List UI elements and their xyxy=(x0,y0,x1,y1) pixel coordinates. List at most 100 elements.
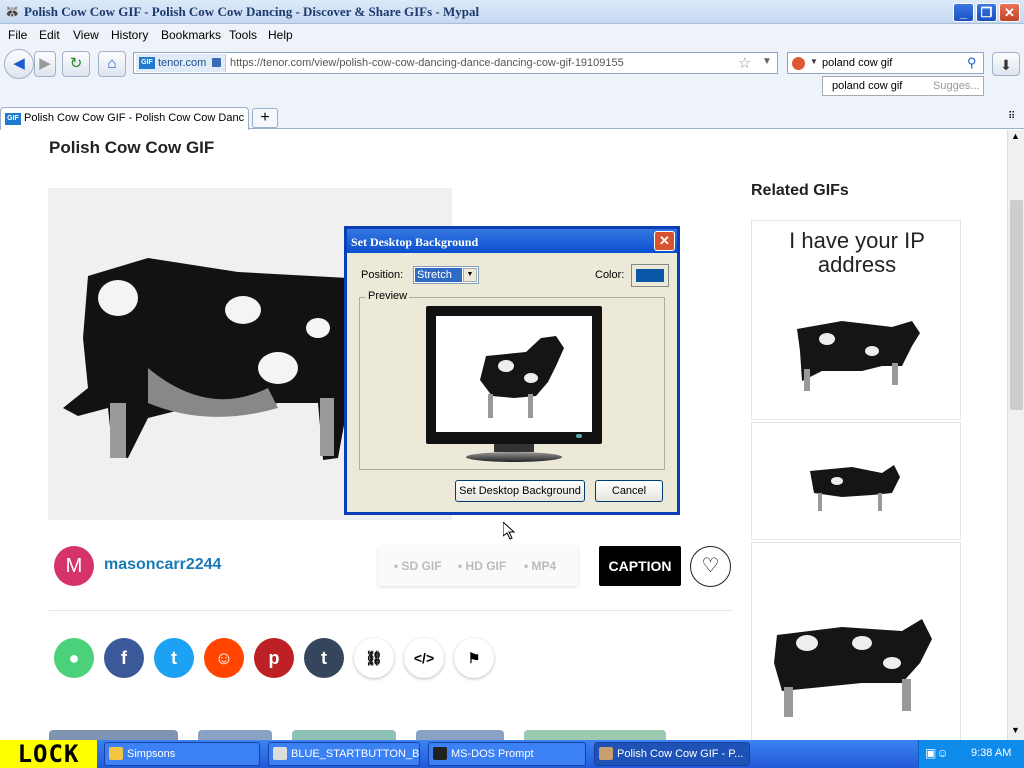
power-led xyxy=(576,434,582,438)
embed-button[interactable]: </> xyxy=(404,638,444,678)
format-mp4[interactable]: • MP4 xyxy=(524,559,556,573)
menu-edit[interactable]: Edit xyxy=(39,28,60,42)
report-button[interactable]: ⚑ xyxy=(454,638,494,678)
search-icon[interactable]: ⚲ xyxy=(967,55,977,71)
tag-chip[interactable] xyxy=(198,730,272,740)
tag-chip[interactable] xyxy=(524,730,666,740)
username-link[interactable]: masoncarr2244 xyxy=(104,556,221,574)
search-suggestion-popup[interactable]: poland cow gif Sugges... xyxy=(822,76,984,96)
search-input[interactable] xyxy=(822,54,962,72)
tab-active[interactable]: GIF Polish Cow Cow GIF - Polish Cow Cow … xyxy=(0,107,249,130)
reddit-icon: ☺ xyxy=(214,648,234,668)
task-label: MS-DOS Prompt xyxy=(451,748,534,760)
dos-icon xyxy=(433,747,447,760)
folder-icon xyxy=(109,747,123,760)
related-gif-1[interactable]: I have your IP address xyxy=(751,220,961,420)
url-dropdown-icon[interactable]: ▼ xyxy=(762,56,772,67)
position-label: Position: xyxy=(361,269,404,281)
menu-help[interactable]: Help xyxy=(268,28,293,42)
search-engine-dropdown-icon[interactable]: ▼ xyxy=(810,57,818,66)
tray-icons[interactable]: ▣☺ xyxy=(925,746,957,761)
set-desktop-background-dialog: Set Desktop Background ✕ Position: Stret… xyxy=(344,226,680,515)
related-gif-2[interactable] xyxy=(751,422,961,540)
search-box[interactable]: ▼ ⚲ xyxy=(787,52,984,74)
scroll-up-icon[interactable]: ▲ xyxy=(1011,131,1020,141)
share-reddit-button[interactable]: ☺ xyxy=(204,638,244,678)
mouse-cursor-icon xyxy=(503,522,515,540)
tab-strip: GIF Polish Cow Cow GIF - Polish Cow Cow … xyxy=(0,105,1024,130)
reload-button[interactable]: ↻ xyxy=(62,51,90,77)
menu-history[interactable]: History xyxy=(111,28,148,42)
menu-bookmarks[interactable]: Bookmarks xyxy=(161,28,221,42)
clock[interactable]: 9:38 AM xyxy=(971,747,1011,759)
window-titlebar: 🦝 Polish Cow Cow GIF - Polish Cow Cow Da… xyxy=(0,0,1024,24)
home-button[interactable]: ⌂ xyxy=(98,51,126,77)
color-picker-button[interactable] xyxy=(631,264,669,287)
share-message-button[interactable]: ● xyxy=(54,638,94,678)
tag-chip[interactable] xyxy=(292,730,396,740)
back-arrow-icon: ◀ xyxy=(13,55,25,72)
format-sd-gif[interactable]: • SD GIF xyxy=(394,559,442,573)
downloads-button[interactable]: ⬇ xyxy=(992,52,1020,76)
site-identity[interactable]: GIF tenor.com xyxy=(136,54,226,72)
window-title: Polish Cow Cow GIF - Polish Cow Cow Danc… xyxy=(24,4,480,19)
download-arrow-icon: ⬇ xyxy=(1000,57,1012,73)
new-tab-button[interactable]: + xyxy=(252,108,278,128)
tab-favicon: GIF xyxy=(5,113,21,125)
cancel-button[interactable]: Cancel xyxy=(595,480,663,502)
search-engine-icon[interactable] xyxy=(791,56,806,71)
share-tumblr-button[interactable]: t xyxy=(304,638,344,678)
favorite-button[interactable]: ♡ xyxy=(690,546,731,587)
tab-list-icon[interactable]: ⠿ xyxy=(1008,111,1015,122)
tab-label: Polish Cow Cow GIF - Polish Cow Cow Danc… xyxy=(24,112,244,124)
close-window-button[interactable]: ✕ xyxy=(999,3,1020,22)
task-label: Polish Cow Cow GIF - P... xyxy=(617,748,744,760)
back-button[interactable]: ◀ xyxy=(4,49,34,79)
vertical-scrollbar[interactable]: ▲ ▼ xyxy=(1007,130,1024,740)
share-pinterest-button[interactable]: p xyxy=(254,638,294,678)
dialog-close-button[interactable]: ✕ xyxy=(654,231,675,251)
set-desktop-background-button[interactable]: Set Desktop Background xyxy=(455,480,585,502)
url-bar[interactable]: GIF tenor.com ☆ ▼ xyxy=(133,52,778,74)
dialog-title: Set Desktop Background xyxy=(351,235,479,249)
tag-chip[interactable] xyxy=(49,730,178,740)
menu-file[interactable]: File xyxy=(8,28,27,42)
browser-icon xyxy=(599,747,613,760)
related-gifs-title: Related GIFs xyxy=(751,182,849,199)
related-gif-caption: I have your IP address xyxy=(789,228,925,277)
lock-badge[interactable]: LOCK xyxy=(0,740,97,768)
preview-label: Preview xyxy=(366,290,410,302)
caption-button[interactable]: CAPTION xyxy=(599,546,681,586)
pinterest-icon: p xyxy=(268,648,280,668)
task-label: BLUE_STARTBUTTON_B... xyxy=(291,748,420,760)
app-icon: 🦝 xyxy=(4,4,21,19)
suggestion-item[interactable]: poland cow gif xyxy=(832,80,902,92)
avatar[interactable]: M xyxy=(54,546,94,586)
menu-view[interactable]: View xyxy=(73,28,99,42)
bookmark-star-icon[interactable]: ☆ xyxy=(738,54,751,72)
menu-tools[interactable]: Tools xyxy=(229,28,257,42)
url-input[interactable] xyxy=(230,54,730,72)
color-label: Color: xyxy=(595,269,625,281)
share-facebook-button[interactable]: f xyxy=(104,638,144,678)
task-browser[interactable]: Polish Cow Cow GIF - P... xyxy=(594,742,750,766)
tag-chip[interactable] xyxy=(416,730,504,740)
scroll-down-icon[interactable]: ▼ xyxy=(1011,725,1020,735)
chevron-down-icon[interactable]: ▼ xyxy=(463,268,477,282)
task-blue-startbutton[interactable]: BLUE_STARTBUTTON_B... xyxy=(268,742,420,766)
forward-button[interactable]: ▶ xyxy=(34,51,56,77)
share-twitter-button[interactable]: t xyxy=(154,638,194,678)
task-simpsons[interactable]: Simpsons xyxy=(104,742,260,766)
copy-link-button[interactable]: ⛓ xyxy=(354,638,394,678)
related-gif-3[interactable] xyxy=(751,542,961,740)
scroll-thumb[interactable] xyxy=(1010,200,1023,410)
minimize-button[interactable]: _ xyxy=(953,3,974,22)
position-select[interactable]: Stretch ▼ xyxy=(413,266,479,284)
speech-bubble-icon: ● xyxy=(68,648,80,668)
divider xyxy=(49,610,733,611)
format-hd-gif[interactable]: • HD GIF xyxy=(458,559,506,573)
restore-button[interactable]: ❐ xyxy=(976,3,997,22)
monitor-base xyxy=(466,452,562,462)
task-ms-dos-prompt[interactable]: MS-DOS Prompt xyxy=(428,742,586,766)
monitor-stand xyxy=(494,444,534,452)
